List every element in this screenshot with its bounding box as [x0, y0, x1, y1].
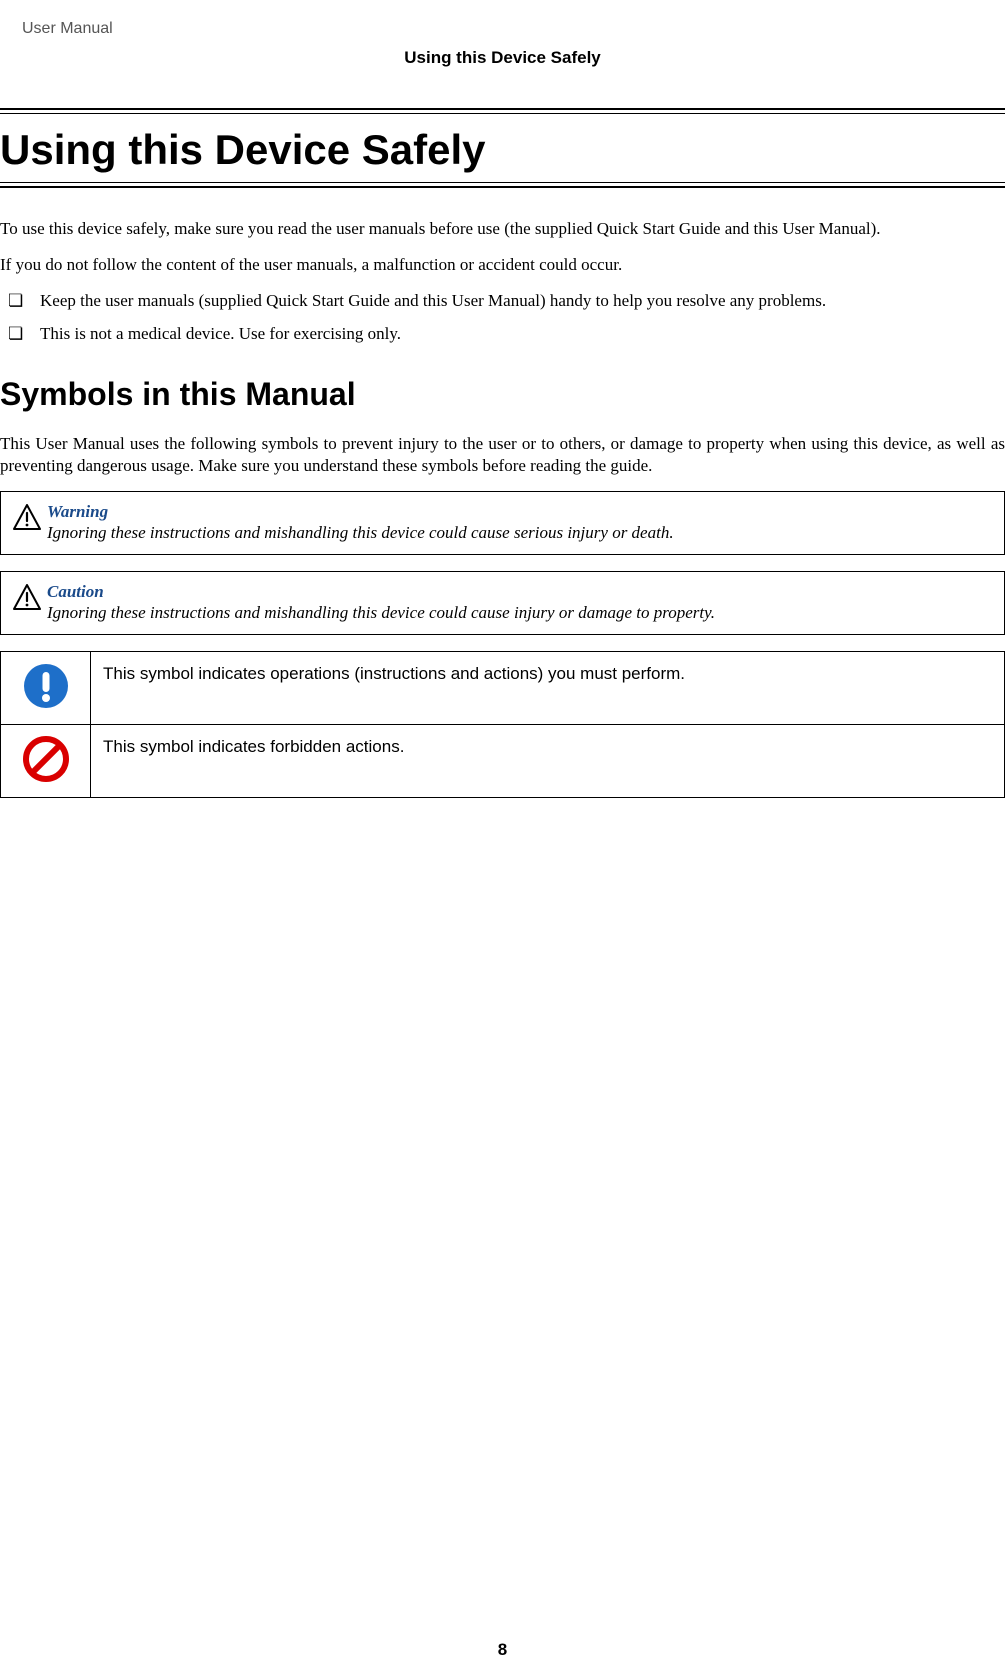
section-header: Using this Device Safely [0, 48, 1005, 68]
bullet-list: Keep the user manuals (supplied Quick St… [0, 290, 1005, 346]
must-do-icon [1, 652, 91, 725]
intro-paragraph-1: To use this device safely, make sure you… [0, 218, 1005, 240]
caution-text: Ignoring these instructions and mishandl… [47, 603, 715, 622]
caution-callout: Caution Ignoring these instructions and … [0, 571, 1005, 635]
bullet-item: Keep the user manuals (supplied Quick St… [0, 290, 1005, 313]
warning-callout: Warning Ignoring these instructions and … [0, 491, 1005, 555]
subheading-symbols: Symbols in this Manual [0, 376, 1005, 413]
title-rule-bottom [0, 182, 1005, 188]
bullet-item: This is not a medical device. Use for ex… [0, 323, 1005, 346]
forbidden-icon [1, 725, 91, 798]
forbidden-text: This symbol indicates forbidden actions. [91, 725, 1005, 798]
must-do-text: This symbol indicates operations (instru… [91, 652, 1005, 725]
caution-label: Caution [47, 582, 992, 602]
caution-triangle-icon [13, 584, 41, 615]
page-title: Using this Device Safely [0, 126, 1005, 174]
symbol-table: This symbol indicates operations (instru… [0, 651, 1005, 798]
warning-label: Warning [47, 502, 992, 522]
table-row: This symbol indicates forbidden actions. [1, 725, 1005, 798]
doc-label: User Manual [22, 20, 1005, 38]
symbols-intro-paragraph: This User Manual uses the following symb… [0, 433, 1005, 477]
title-rule-top [0, 108, 1005, 114]
warning-text: Ignoring these instructions and mishandl… [47, 523, 674, 542]
table-row: This symbol indicates operations (instru… [1, 652, 1005, 725]
intro-paragraph-2: If you do not follow the content of the … [0, 254, 1005, 276]
warning-triangle-icon [13, 504, 41, 535]
page-number: 8 [0, 1640, 1005, 1660]
